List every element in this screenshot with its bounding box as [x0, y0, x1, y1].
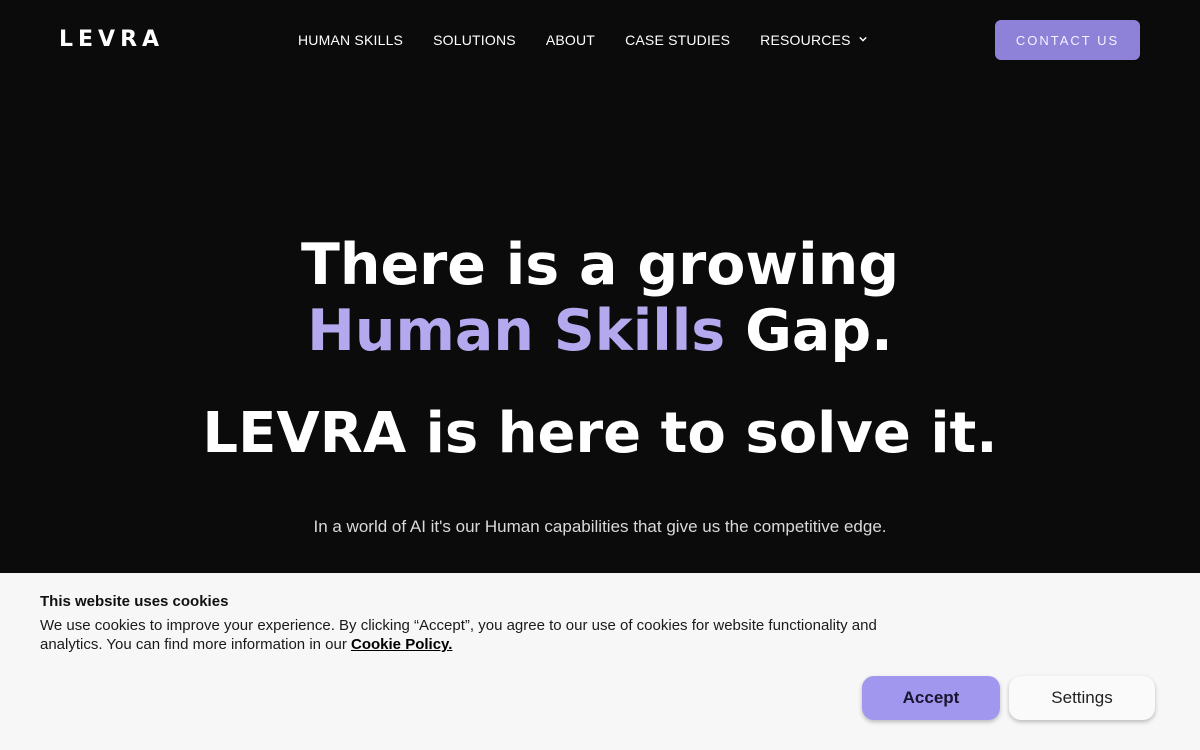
hero-line-2-rest: Gap.	[725, 298, 893, 364]
nav-resources-label: RESOURCES	[760, 32, 851, 48]
cookie-banner-body: We use cookies to improve your experienc…	[40, 617, 877, 653]
cookie-banner-text: We use cookies to improve your experienc…	[40, 616, 940, 654]
hero-subtitle: In a world of AI it's our Human capabili…	[313, 517, 887, 536]
chevron-down-icon	[858, 36, 867, 42]
hero-headline: There is a growing Human Skills Gap.	[0, 232, 1200, 364]
top-navigation: LEVRA HUMAN SKILLS SOLUTIONS ABOUT CASE …	[0, 0, 1200, 80]
main-menu: HUMAN SKILLS SOLUTIONS ABOUT CASE STUDIE…	[298, 32, 867, 48]
nav-human-skills[interactable]: HUMAN SKILLS	[298, 32, 403, 48]
levra-logo[interactable]: LEVRA	[59, 27, 164, 52]
nav-solutions[interactable]: SOLUTIONS	[433, 32, 516, 48]
cookie-banner: This website uses cookies We use cookies…	[0, 573, 1200, 750]
hero-line-1: There is a growing	[301, 232, 899, 298]
nav-about[interactable]: ABOUT	[546, 32, 595, 48]
hero-subheadline: LEVRA is here to solve it.	[202, 401, 998, 466]
accept-cookies-button[interactable]: Accept	[862, 676, 1000, 720]
cookie-policy-link[interactable]: Cookie Policy.	[351, 636, 452, 653]
contact-us-button[interactable]: CONTACT US	[995, 20, 1140, 60]
cookie-banner-title: This website uses cookies	[40, 593, 229, 610]
nav-resources[interactable]: RESOURCES	[760, 32, 867, 48]
hero-accent-text: Human Skills	[307, 298, 726, 364]
cookie-settings-button[interactable]: Settings	[1009, 676, 1155, 720]
nav-case-studies[interactable]: CASE STUDIES	[625, 32, 730, 48]
